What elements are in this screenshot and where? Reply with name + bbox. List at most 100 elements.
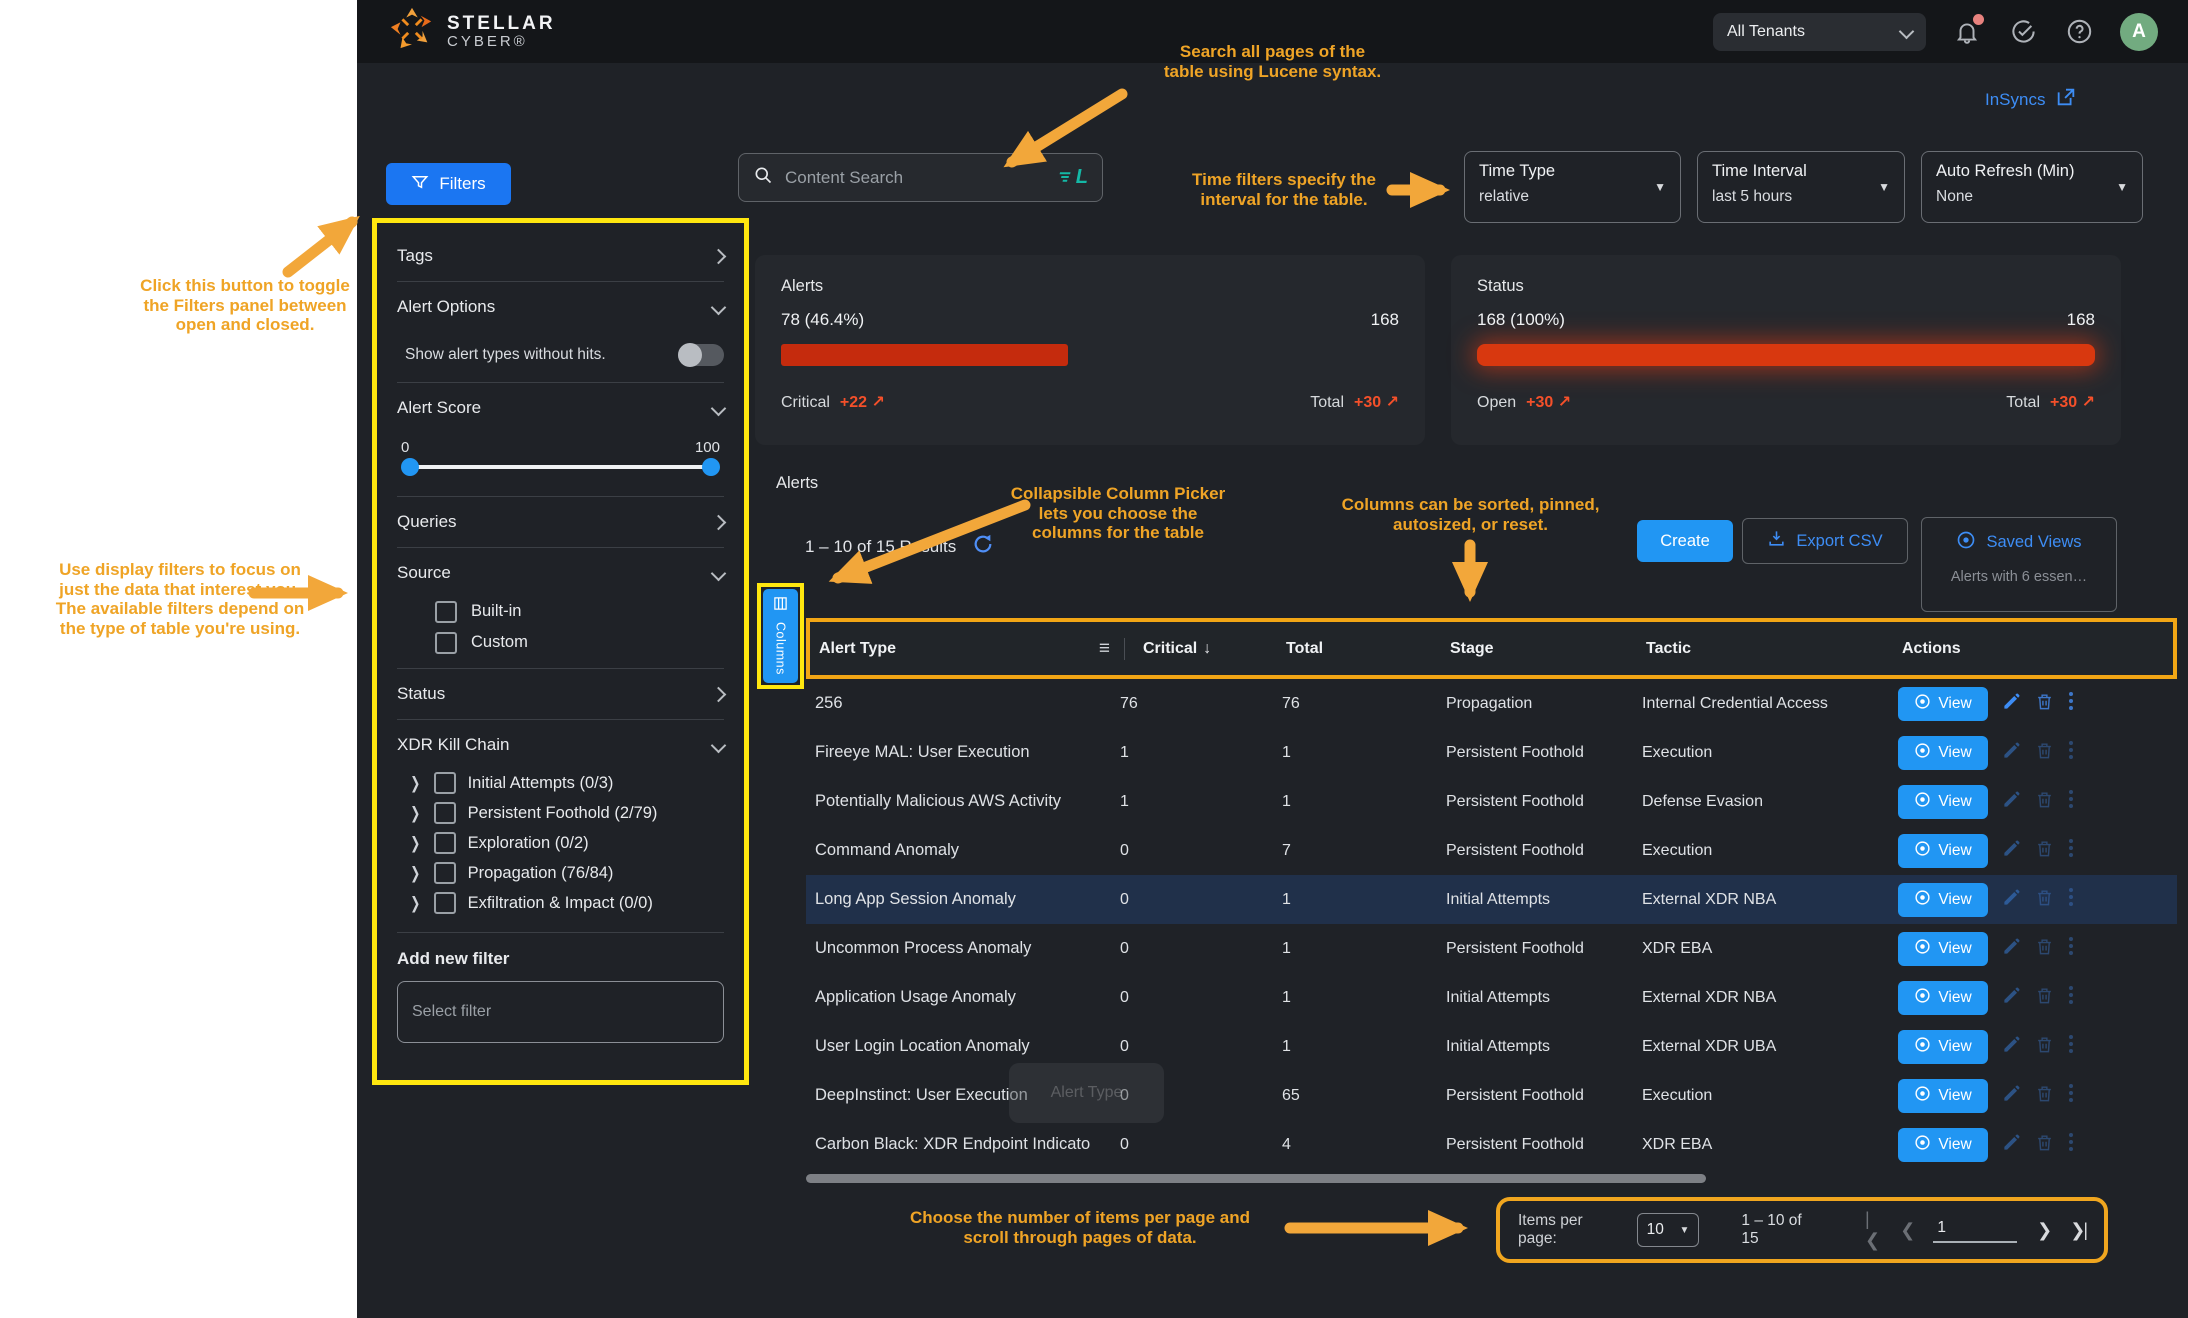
table-row[interactable]: Uncommon Process Anomaly 0 1 Persistent …	[806, 924, 2177, 973]
lucene-syntax-icon[interactable]: L	[1059, 166, 1088, 189]
column-header-tactic[interactable]: Tactic	[1646, 640, 1902, 658]
delete-trash-icon[interactable]	[2035, 1035, 2054, 1059]
saved-views-button[interactable]: Saved Views Alerts with 6 essen…	[1921, 517, 2117, 612]
column-header-critical[interactable]: Critical	[1143, 640, 1197, 658]
delete-trash-icon[interactable]	[2035, 790, 2054, 814]
card-right-metric: Total+30 ↗	[1310, 392, 1399, 412]
previous-page-button[interactable]: ❮	[1900, 1220, 1913, 1241]
table-row[interactable]: Long App Session Anomaly 0 1 Initial Att…	[806, 875, 2177, 924]
delete-trash-icon[interactable]	[2035, 839, 2054, 863]
metric-delta: +22	[840, 394, 867, 411]
create-button[interactable]: Create	[1637, 520, 1733, 562]
view-button[interactable]: View	[1898, 883, 1988, 917]
view-button[interactable]: View	[1898, 687, 1988, 721]
pagination-bar: Items per page: 10 ▼ 1 – 10 of 15 |❮ ❮ 1…	[1496, 1197, 2108, 1263]
view-label: View	[1938, 1038, 1971, 1056]
more-options-icon[interactable]	[2068, 740, 2074, 765]
view-button[interactable]: View	[1898, 736, 1988, 770]
items-per-page-select[interactable]: 10 ▼	[1637, 1213, 1700, 1247]
table-row[interactable]: User Login Location Anomaly 0 1 Initial …	[806, 1022, 2177, 1071]
sort-descending-icon[interactable]: ↓	[1203, 640, 1211, 658]
view-button[interactable]: View	[1898, 834, 1988, 868]
auto-refresh-dropdown[interactable]: Auto Refresh (Min) None ▼	[1921, 151, 2143, 223]
delete-trash-icon[interactable]	[2035, 1133, 2054, 1157]
view-button[interactable]: View	[1898, 981, 1988, 1015]
first-page-button[interactable]: |❮	[1865, 1209, 1880, 1251]
last-page-button[interactable]: ❯|	[2070, 1220, 2086, 1241]
more-options-icon[interactable]	[2068, 985, 2074, 1010]
tenant-selector[interactable]: All Tenants	[1713, 13, 1926, 51]
content-search-input[interactable]	[783, 167, 1049, 189]
time-type-dropdown[interactable]: Time Type relative ▼	[1464, 151, 1681, 223]
cell-critical: 0	[1120, 891, 1282, 909]
delete-trash-icon[interactable]	[2035, 937, 2054, 961]
delete-trash-icon[interactable]	[2035, 1084, 2054, 1108]
delete-trash-icon[interactable]	[2035, 888, 2054, 912]
cell-total: 1	[1282, 1038, 1446, 1056]
card-title: Alerts	[781, 277, 1399, 296]
edit-pencil-icon[interactable]	[2002, 986, 2021, 1010]
time-interval-dropdown[interactable]: Time Interval last 5 hours ▼	[1697, 151, 1905, 223]
table-row[interactable]: Fireeye MAL: User Execution 1 1 Persiste…	[806, 728, 2177, 777]
filters-toggle-button[interactable]: Filters	[386, 163, 511, 205]
cell-tactic: External XDR UBA	[1642, 1038, 1898, 1056]
column-header-alert-type[interactable]: Alert Type	[819, 640, 896, 658]
edit-pencil-icon[interactable]	[2002, 1084, 2021, 1108]
annotation-search: Search all pages of the table using Luce…	[1120, 42, 1425, 81]
more-options-icon[interactable]	[2068, 838, 2074, 863]
view-button[interactable]: View	[1898, 785, 1988, 819]
column-menu-icon[interactable]: ≡	[1099, 638, 1110, 660]
cell-stage: Propagation	[1446, 695, 1642, 713]
table-row[interactable]: Application Usage Anomaly 0 1 Initial At…	[806, 973, 2177, 1022]
insyncs-label: InSyncs	[1985, 90, 2045, 110]
delete-trash-icon[interactable]	[2035, 741, 2054, 765]
view-button[interactable]: View	[1898, 1128, 1988, 1162]
edit-pencil-icon[interactable]	[2002, 692, 2021, 716]
table-row[interactable]: Carbon Black: XDR Endpoint Indicato 0 4 …	[806, 1120, 2177, 1169]
insyncs-link[interactable]: InSyncs	[1985, 86, 2077, 113]
page-number-input[interactable]: 1	[1933, 1217, 2017, 1243]
cell-tactic: XDR EBA	[1642, 1136, 1898, 1154]
delete-trash-icon[interactable]	[2035, 692, 2054, 716]
table-row[interactable]: Potentially Malicious AWS Activity 1 1 P…	[806, 777, 2177, 826]
view-button[interactable]: View	[1898, 932, 1988, 966]
horizontal-scrollbar[interactable]	[806, 1174, 1706, 1183]
cell-tactic: Defense Evasion	[1642, 793, 1898, 811]
more-options-icon[interactable]	[2068, 887, 2074, 912]
edit-pencil-icon[interactable]	[2002, 741, 2021, 765]
more-options-icon[interactable]	[2068, 789, 2074, 814]
table-row[interactable]: Command Anomaly 0 7 Persistent Foothold …	[806, 826, 2177, 875]
notifications-bell-icon[interactable]	[1952, 17, 1982, 47]
more-options-icon[interactable]	[2068, 1034, 2074, 1059]
cell-alert-type: Long App Session Anomaly	[806, 890, 1120, 909]
edit-pencil-icon[interactable]	[2002, 937, 2021, 961]
help-icon[interactable]	[2064, 17, 2094, 47]
more-options-icon[interactable]	[2068, 691, 2074, 716]
edit-pencil-icon[interactable]	[2002, 888, 2021, 912]
table-row[interactable]: 256 76 76 Propagation Internal Credentia…	[806, 679, 2177, 728]
delete-trash-icon[interactable]	[2035, 986, 2054, 1010]
edit-pencil-icon[interactable]	[2002, 790, 2021, 814]
edit-pencil-icon[interactable]	[2002, 1035, 2021, 1059]
cell-stage: Initial Attempts	[1446, 989, 1642, 1007]
next-page-button[interactable]: ❯	[2037, 1220, 2050, 1241]
eye-icon	[1914, 1134, 1931, 1156]
column-header-total[interactable]: Total	[1286, 640, 1450, 658]
eye-icon	[1914, 1036, 1931, 1058]
edit-pencil-icon[interactable]	[2002, 1133, 2021, 1157]
card-left-metric: Critical+22 ↗	[781, 392, 885, 412]
eye-icon	[1914, 791, 1931, 813]
edit-pencil-icon[interactable]	[2002, 839, 2021, 863]
view-button[interactable]: View	[1898, 1079, 1988, 1113]
more-options-icon[interactable]	[2068, 1132, 2074, 1157]
column-header-stage[interactable]: Stage	[1450, 640, 1646, 658]
tasks-check-icon[interactable]	[2008, 17, 2038, 47]
dropdown-arrow-icon: ▼	[2116, 180, 2128, 194]
export-csv-button[interactable]: Export CSV	[1742, 518, 1908, 564]
more-options-icon[interactable]	[2068, 1083, 2074, 1108]
user-avatar[interactable]: A	[2120, 13, 2158, 51]
eye-icon	[1914, 840, 1931, 862]
more-options-icon[interactable]	[2068, 936, 2074, 961]
export-csv-label: Export CSV	[1796, 532, 1882, 551]
view-button[interactable]: View	[1898, 1030, 1988, 1064]
